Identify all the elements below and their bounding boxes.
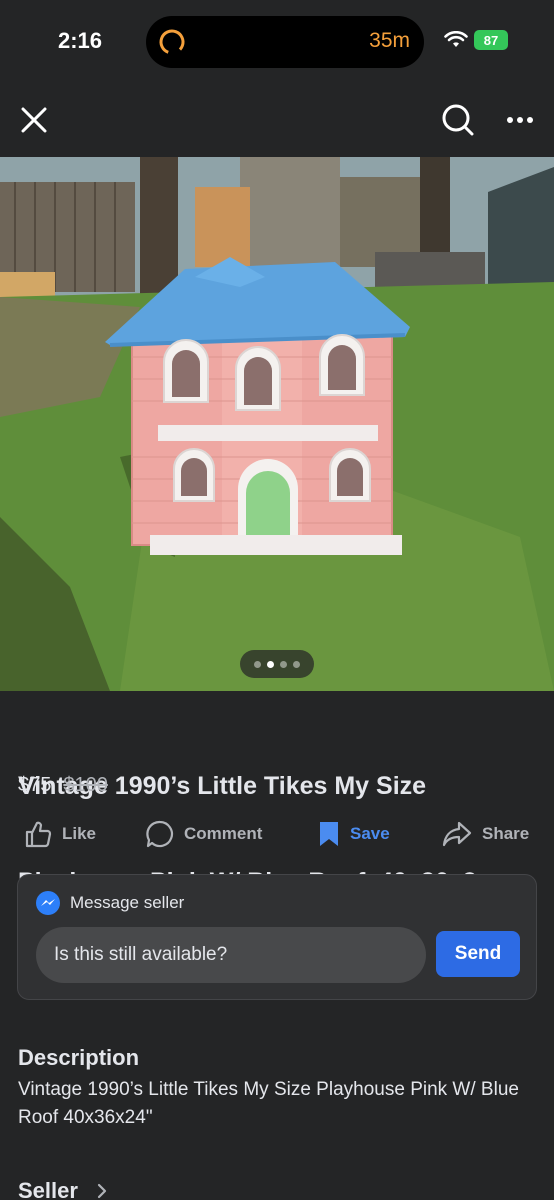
description-heading: Description — [18, 1045, 140, 1070]
pager-dot — [254, 660, 261, 668]
price-row: $75 $100 — [18, 774, 108, 797]
battery-level: 87 — [483, 32, 499, 48]
like-label: Like — [62, 824, 97, 843]
dynamic-island: 35m — [146, 16, 424, 68]
message-seller-card: Message seller Send — [17, 874, 537, 1000]
photo-pager[interactable] — [240, 650, 314, 678]
share-button[interactable]: Share — [442, 812, 529, 856]
message-input[interactable] — [36, 927, 426, 983]
seller-heading: Seller — [18, 1178, 78, 1200]
wifi-icon — [444, 31, 468, 47]
chevron-right-icon — [97, 1183, 107, 1199]
status-bar: 2:16 35m 87 — [0, 0, 554, 80]
action-bar: Like Comment Save Share — [0, 812, 554, 856]
listing-photo[interactable] — [0, 157, 554, 691]
pager-dot — [280, 660, 287, 668]
like-icon — [25, 821, 52, 848]
close-button[interactable] — [14, 100, 54, 140]
pager-dot — [293, 660, 300, 668]
pager-dot-active — [267, 660, 274, 668]
comment-icon — [146, 820, 174, 848]
description-text: Vintage 1990’s Little Tikes My Size Play… — [18, 1079, 519, 1128]
battery-icon: 87 — [474, 30, 508, 50]
save-button[interactable]: Save — [318, 812, 390, 856]
more-button[interactable] — [500, 100, 540, 140]
seller-section[interactable]: Seller — [18, 1178, 108, 1200]
like-button[interactable]: Like — [24, 812, 96, 856]
original-price: $100 — [63, 774, 108, 796]
more-icon — [507, 117, 533, 123]
search-icon — [442, 104, 474, 136]
messenger-icon — [36, 891, 60, 915]
status-time: 2:16 — [58, 28, 103, 53]
playhouse-image — [0, 157, 554, 691]
close-icon — [21, 107, 47, 133]
send-button[interactable]: Send — [436, 931, 520, 977]
comment-label: Comment — [184, 824, 263, 843]
listing-price: $75 — [18, 774, 52, 796]
status-icons: 87 — [444, 30, 508, 50]
search-button[interactable] — [436, 98, 480, 142]
share-label: Share — [482, 824, 530, 843]
save-label: Save — [350, 824, 390, 843]
timer-icon — [159, 29, 185, 55]
share-icon — [442, 821, 472, 847]
message-seller-header: Message seller — [36, 891, 184, 915]
comment-button[interactable]: Comment — [146, 812, 262, 856]
top-nav — [0, 90, 554, 150]
message-seller-label: Message seller — [70, 893, 185, 912]
timer-text: 35m — [369, 29, 410, 52]
bookmark-icon — [320, 822, 338, 846]
